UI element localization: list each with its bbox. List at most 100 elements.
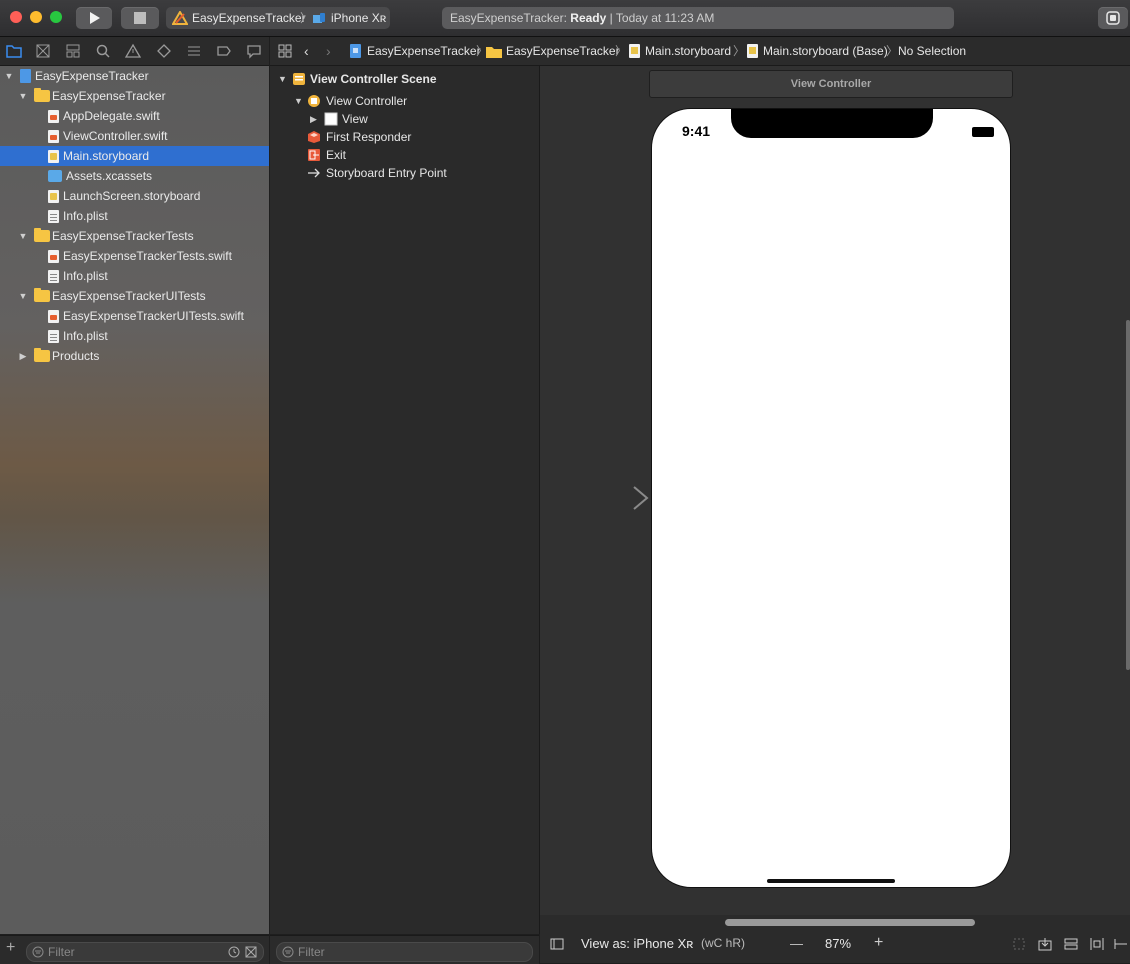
view-controller-icon (308, 95, 320, 107)
scene-title-bar[interactable]: View Controller (649, 70, 1013, 98)
source-control-filter-icon[interactable] (245, 946, 257, 958)
navigator-item[interactable]: ▼ EasyExpenseTrackerTests (0, 226, 269, 246)
navigator-filter-input[interactable]: Filter (26, 942, 264, 962)
folder-icon (34, 88, 50, 102)
disclosure-open-icon[interactable]: ▼ (18, 226, 28, 246)
disclosure-closed-icon[interactable]: ▶ (310, 110, 317, 128)
test-navigator-icon[interactable] (156, 43, 172, 59)
find-navigator-icon[interactable] (95, 43, 111, 59)
storyboard-canvas[interactable]: View Controller 9:41 (540, 66, 1130, 915)
navigator-item-label: Info.plist (63, 269, 108, 283)
library-button[interactable] (1098, 7, 1128, 29)
navigator-item[interactable]: ▼ EasyExpenseTracker (0, 86, 269, 106)
embed-in-icon[interactable] (1012, 937, 1026, 951)
symbol-navigator-icon[interactable] (65, 43, 81, 59)
zoom-out-button[interactable]: — (790, 936, 803, 951)
disclosure-open-icon[interactable]: ▼ (278, 70, 287, 88)
breadcrumb-localization[interactable]: Main.storyboard (Base) (763, 43, 888, 59)
outline-entry-point-label: Storyboard Entry Point (326, 166, 447, 180)
outline-scene-label: View Controller Scene (310, 72, 437, 86)
outline-scene-row[interactable]: ▼ View Controller Scene (270, 70, 539, 88)
breadcrumb-project[interactable]: EasyExpenseTracker (367, 43, 481, 59)
disclosure-open-icon[interactable]: ▼ (18, 86, 28, 106)
project-navigator: ▼ EasyExpenseTracker ▼ EasyExpenseTracker Ap… (0, 66, 269, 934)
navigator-item-label: LaunchScreen.storyboard (63, 189, 201, 203)
zoom-window-button[interactable] (50, 11, 62, 23)
navigator-item-label: AppDelegate.swift (63, 109, 160, 123)
disclosure-closed-icon[interactable]: ▶ (18, 346, 28, 366)
view-as-device[interactable]: View as: iPhone Xʀ (581, 936, 693, 951)
outline-filter-input[interactable]: Filter (276, 942, 533, 962)
navigator-item[interactable]: ▶ Products (0, 346, 269, 366)
navigator-item[interactable]: Info.plist (0, 326, 269, 346)
back-arrow-icon[interactable]: ‹ (304, 43, 309, 59)
device-notch (731, 109, 933, 138)
navigator-item[interactable]: ViewController.swift (0, 126, 269, 146)
zoom-in-button[interactable]: + (874, 934, 883, 952)
navigator-item-label: ViewController.swift (63, 129, 168, 143)
scheme-selector[interactable]: EasyExpenseTracker 〉 iPhone Xʀ (166, 7, 390, 29)
zoom-level[interactable]: 87% (825, 936, 851, 951)
exit-icon (308, 149, 320, 161)
related-items-icon[interactable] (278, 44, 292, 58)
breadcrumb-file[interactable]: Main.storyboard (645, 43, 731, 59)
device-name: iPhone Xʀ (331, 11, 387, 25)
stack-icon[interactable] (1064, 937, 1078, 951)
plist-file-icon (48, 270, 59, 283)
battery-icon (972, 127, 994, 137)
close-window-button[interactable] (10, 11, 22, 23)
folder-icon (486, 47, 502, 58)
canvas-vertical-scrollbar[interactable] (1126, 320, 1130, 670)
disclosure-open-icon[interactable]: ▼ (18, 286, 28, 306)
issue-navigator-icon[interactable] (124, 43, 142, 59)
outline-view-controller-row[interactable]: ▼ View Controller (270, 92, 539, 110)
navigator-item-label: Info.plist (63, 329, 108, 343)
outline-exit-row[interactable]: Exit (270, 146, 539, 164)
navigator-item[interactable]: Assets.xcassets (0, 166, 269, 186)
run-button[interactable] (76, 7, 112, 29)
status-separator: | (606, 11, 616, 25)
navigator-item[interactable]: ▼ EasyExpenseTrackerUITests (0, 286, 269, 306)
navigator-item[interactable]: ▼ EasyExpenseTracker (0, 66, 269, 86)
navigator-item[interactable]: Info.plist (0, 266, 269, 286)
arrow-right-icon (308, 168, 320, 178)
outline-toggle-icon[interactable] (550, 938, 564, 950)
navigator-item[interactable]: LaunchScreen.storyboard (0, 186, 269, 206)
add-file-icon[interactable]: + (6, 939, 15, 957)
breadcrumb-selection[interactable]: No Selection (898, 43, 966, 59)
navigator-item-label: Main.storyboard (63, 149, 150, 163)
canvas-horizontal-scrollbar[interactable] (725, 919, 975, 926)
swift-file-icon (48, 110, 59, 123)
disclosure-open-icon[interactable]: ▼ (294, 92, 303, 110)
disclosure-open-icon[interactable]: ▼ (4, 66, 14, 86)
add-constraints-icon[interactable] (1114, 937, 1128, 951)
source-control-navigator-icon[interactable] (35, 43, 51, 59)
outline-entry-point-row[interactable]: Storyboard Entry Point (270, 164, 539, 182)
debug-navigator-icon[interactable] (186, 43, 202, 59)
project-file-icon (350, 44, 361, 58)
scheme-name: EasyExpenseTracker (192, 11, 306, 25)
navigator-item[interactable]: EasyExpenseTrackerUITests.swift (0, 306, 269, 326)
minimize-window-button[interactable] (30, 11, 42, 23)
chevron-right-icon: 〉 (886, 44, 899, 58)
device-frame[interactable]: 9:41 (651, 108, 1011, 888)
breakpoint-navigator-icon[interactable] (216, 43, 232, 59)
status-state: Ready (570, 11, 607, 25)
navigator-item[interactable]: EasyExpenseTrackerTests.swift (0, 246, 269, 266)
forward-arrow-icon[interactable]: › (326, 43, 331, 59)
swift-file-icon (48, 310, 59, 323)
recent-files-icon[interactable] (228, 946, 240, 958)
entry-point-arrow[interactable] (562, 486, 652, 510)
chevron-right-icon: 〉 (733, 44, 746, 58)
breadcrumb-folder[interactable]: EasyExpenseTracker (506, 43, 620, 59)
navigator-item[interactable]: Main.storyboard (0, 146, 269, 166)
update-frames-icon[interactable] (1038, 937, 1052, 951)
navigator-item[interactable]: AppDelegate.swift (0, 106, 269, 126)
outline-first-responder-row[interactable]: First Responder (270, 128, 539, 146)
stop-button[interactable] (121, 7, 159, 29)
outline-view-row[interactable]: ▶ View (270, 110, 539, 128)
project-navigator-icon[interactable] (6, 43, 22, 59)
report-navigator-icon[interactable] (246, 43, 262, 59)
align-icon[interactable] (1090, 937, 1104, 951)
navigator-item[interactable]: Info.plist (0, 206, 269, 226)
